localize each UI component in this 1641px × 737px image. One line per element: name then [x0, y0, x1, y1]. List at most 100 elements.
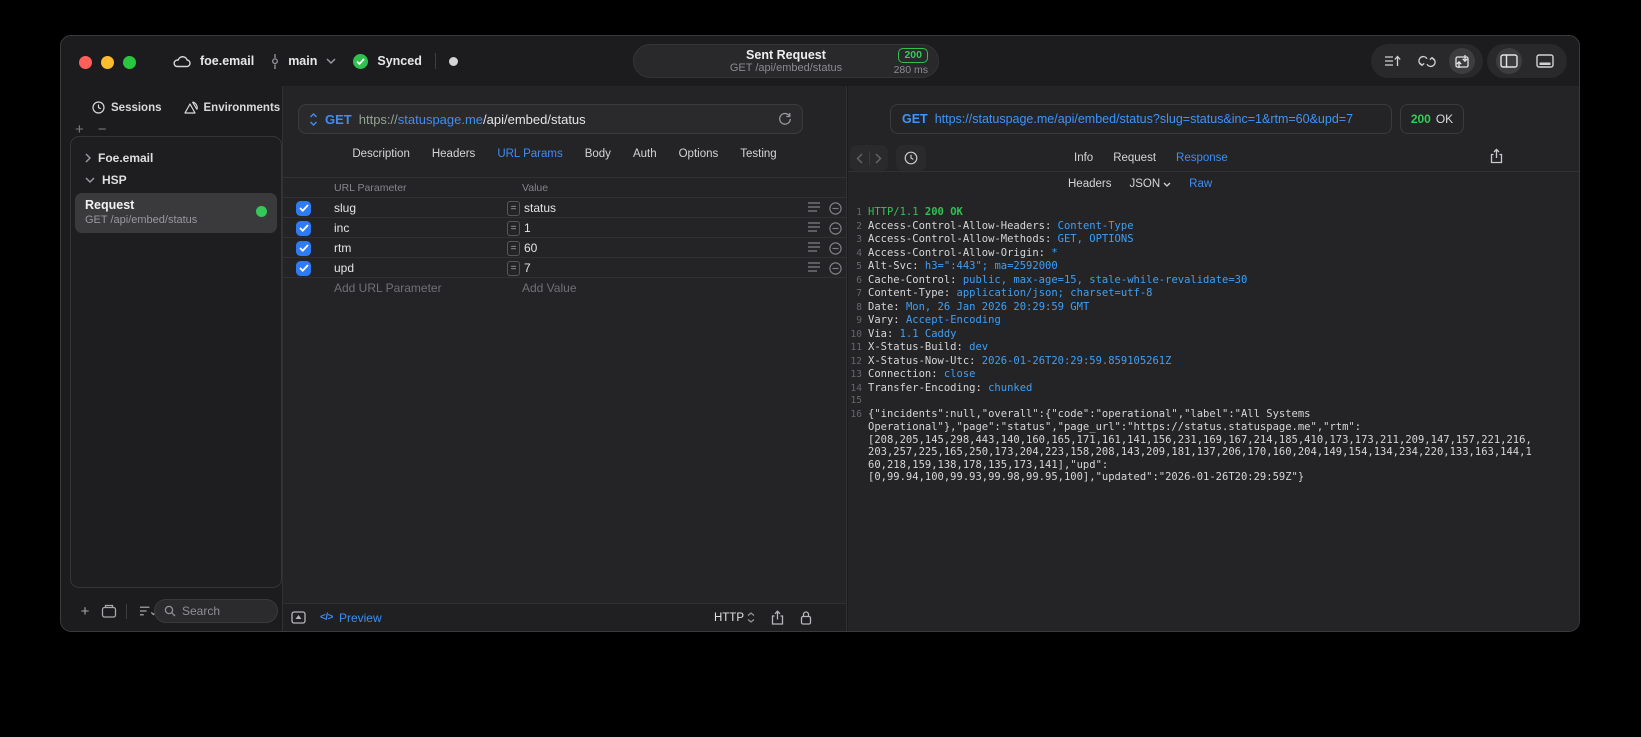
tab-request[interactable]: Request: [1113, 152, 1156, 164]
param-checkbox[interactable]: [296, 240, 311, 256]
param-value-cell[interactable]: 60: [524, 238, 537, 258]
row-delete-icon[interactable]: [829, 261, 842, 275]
share-icon[interactable]: [1490, 148, 1503, 164]
code-line: 203,257,225,165,250,173,204,223,158,208,…: [868, 446, 1532, 458]
branch-icon: [271, 53, 279, 69]
chevron-down-icon[interactable]: [326, 58, 336, 64]
status-dot[interactable]: [448, 56, 458, 66]
bottom-bar-separator: [126, 603, 127, 619]
param-value-cell[interactable]: status: [524, 198, 556, 218]
request-summary-text: Sent Request GET /api/embed/status: [634, 45, 938, 77]
response-nav-row: Info Request Response: [848, 144, 1579, 172]
equals-operator[interactable]: =: [507, 260, 520, 276]
request-summary-title: Sent Request: [746, 47, 826, 62]
toolbar-group-layout: [1487, 44, 1567, 78]
subtab-headers[interactable]: Headers: [1068, 178, 1111, 190]
row-delete-icon[interactable]: [829, 201, 842, 215]
column-url-parameter: URL Parameter: [334, 182, 407, 194]
request-status-dot: [256, 206, 267, 217]
tab-headers[interactable]: Headers: [432, 148, 475, 160]
param-name-cell[interactable]: slug: [334, 198, 356, 218]
tab-sessions[interactable]: Sessions: [92, 101, 162, 114]
add-request-button[interactable]: +: [76, 603, 94, 620]
param-value-cell[interactable]: 7: [524, 258, 531, 278]
search-icon: [164, 605, 176, 617]
forward-icon[interactable]: [875, 152, 882, 164]
refresh-icon[interactable]: [778, 112, 792, 126]
param-checkbox[interactable]: [296, 220, 311, 236]
subtab-raw[interactable]: Raw: [1189, 178, 1212, 190]
tab-description[interactable]: Description: [352, 148, 410, 160]
minimize-window-button[interactable]: [101, 56, 114, 69]
protocol-label: HTTP: [713, 611, 744, 624]
param-name-cell[interactable]: upd: [334, 258, 354, 278]
sync-status-label[interactable]: Synced: [377, 54, 421, 68]
equals-operator[interactable]: =: [507, 200, 520, 216]
equals-operator[interactable]: =: [507, 220, 520, 236]
panel-toggle-icon[interactable]: [291, 611, 306, 624]
footer-right-controls: HTTP: [714, 610, 812, 625]
lock-icon[interactable]: [800, 610, 812, 625]
row-menu-icon[interactable]: [808, 202, 820, 212]
search-input[interactable]: [182, 604, 268, 618]
layout-sidebar-icon[interactable]: [1496, 48, 1523, 74]
nav-separator: [868, 151, 870, 165]
zoom-window-button[interactable]: [123, 56, 136, 69]
layout-bottom-icon[interactable]: [1532, 48, 1558, 74]
loop-icon[interactable]: [1414, 48, 1440, 74]
request-editor-footer: </> Preview HTTP: [283, 603, 846, 631]
method-label[interactable]: GET: [325, 112, 352, 127]
response-status-code: 200: [1410, 112, 1431, 126]
tab-info[interactable]: Info: [1074, 152, 1093, 164]
param-name-cell[interactable]: rtm: [334, 238, 351, 258]
request-url-field[interactable]: GET https://statuspage.me/api/embed/stat…: [298, 104, 803, 134]
tree-group-foe-email[interactable]: Foe.email: [71, 147, 281, 169]
tab-auth[interactable]: Auth: [633, 148, 657, 160]
code-line: 8 Date: Mon, 26 Jan 2026 20:29:59 GMT: [856, 300, 1090, 313]
param-checkbox[interactable]: [296, 200, 311, 216]
response-subtabs: Headers JSON Raw: [1068, 178, 1212, 190]
history-clock-button[interactable]: [896, 145, 926, 171]
column-value: Value: [522, 182, 549, 194]
row-menu-icon[interactable]: [808, 222, 820, 232]
request-url-text: https://statuspage.me/api/embed/status: [359, 112, 586, 127]
request-list-item-selected[interactable]: Request GET /api/embed/status: [75, 193, 277, 233]
row-menu-icon[interactable]: [808, 242, 820, 252]
param-checkbox[interactable]: [296, 260, 311, 276]
import-export-icon[interactable]: [1448, 48, 1475, 74]
row-delete-icon[interactable]: [829, 221, 842, 235]
param-value-cell[interactable]: 1: [524, 218, 531, 238]
request-stack-icon[interactable]: [1380, 48, 1406, 74]
protocol-selector[interactable]: HTTP: [714, 612, 755, 624]
share-icon[interactable]: [771, 610, 784, 625]
row-menu-icon[interactable]: [808, 262, 820, 272]
tab-environments[interactable]: Environments: [183, 101, 281, 114]
add-param-value-cell[interactable]: Add Value: [522, 278, 577, 298]
method-stepper-icon[interactable]: [309, 112, 318, 126]
sent-request-url-field[interactable]: GET https://statuspage.me/api/embed/stat…: [890, 104, 1392, 134]
account-name[interactable]: foe.email: [200, 54, 254, 68]
sent-url-text: https://statuspage.me/api/embed/status?s…: [934, 112, 1354, 126]
tab-url-params[interactable]: URL Params: [497, 148, 562, 160]
row-delete-icon[interactable]: [829, 241, 842, 255]
folder-icon[interactable]: [100, 604, 118, 618]
add-param-name-cell[interactable]: Add URL Parameter: [334, 278, 442, 298]
preview-button[interactable]: </> Preview: [320, 611, 382, 625]
back-icon[interactable]: [856, 152, 863, 164]
subtab-json[interactable]: JSON: [1129, 178, 1171, 190]
branch-name[interactable]: main: [288, 54, 317, 68]
tree-group-hsp[interactable]: HSP: [71, 169, 281, 191]
tab-body[interactable]: Body: [585, 148, 611, 160]
response-code: 1 HTTP/1.1 200 OK 2 Access-Control-Allow-He…: [848, 206, 1573, 627]
code-line: 6 Cache-Control: public, max-age=15, stal…: [856, 273, 1248, 286]
request-summary-pill[interactable]: Sent Request GET /api/embed/status 200 2…: [633, 44, 939, 78]
sidebar-search[interactable]: [154, 599, 278, 623]
tab-response[interactable]: Response: [1176, 152, 1228, 164]
tab-options[interactable]: Options: [679, 148, 719, 160]
tab-environments-label: Environments: [203, 101, 281, 114]
tab-testing[interactable]: Testing: [740, 148, 776, 160]
close-window-button[interactable]: [79, 56, 92, 69]
equals-operator[interactable]: =: [507, 240, 520, 256]
code-line: 10 Via: 1.1 Caddy: [850, 327, 957, 340]
param-name-cell[interactable]: inc: [334, 218, 349, 238]
